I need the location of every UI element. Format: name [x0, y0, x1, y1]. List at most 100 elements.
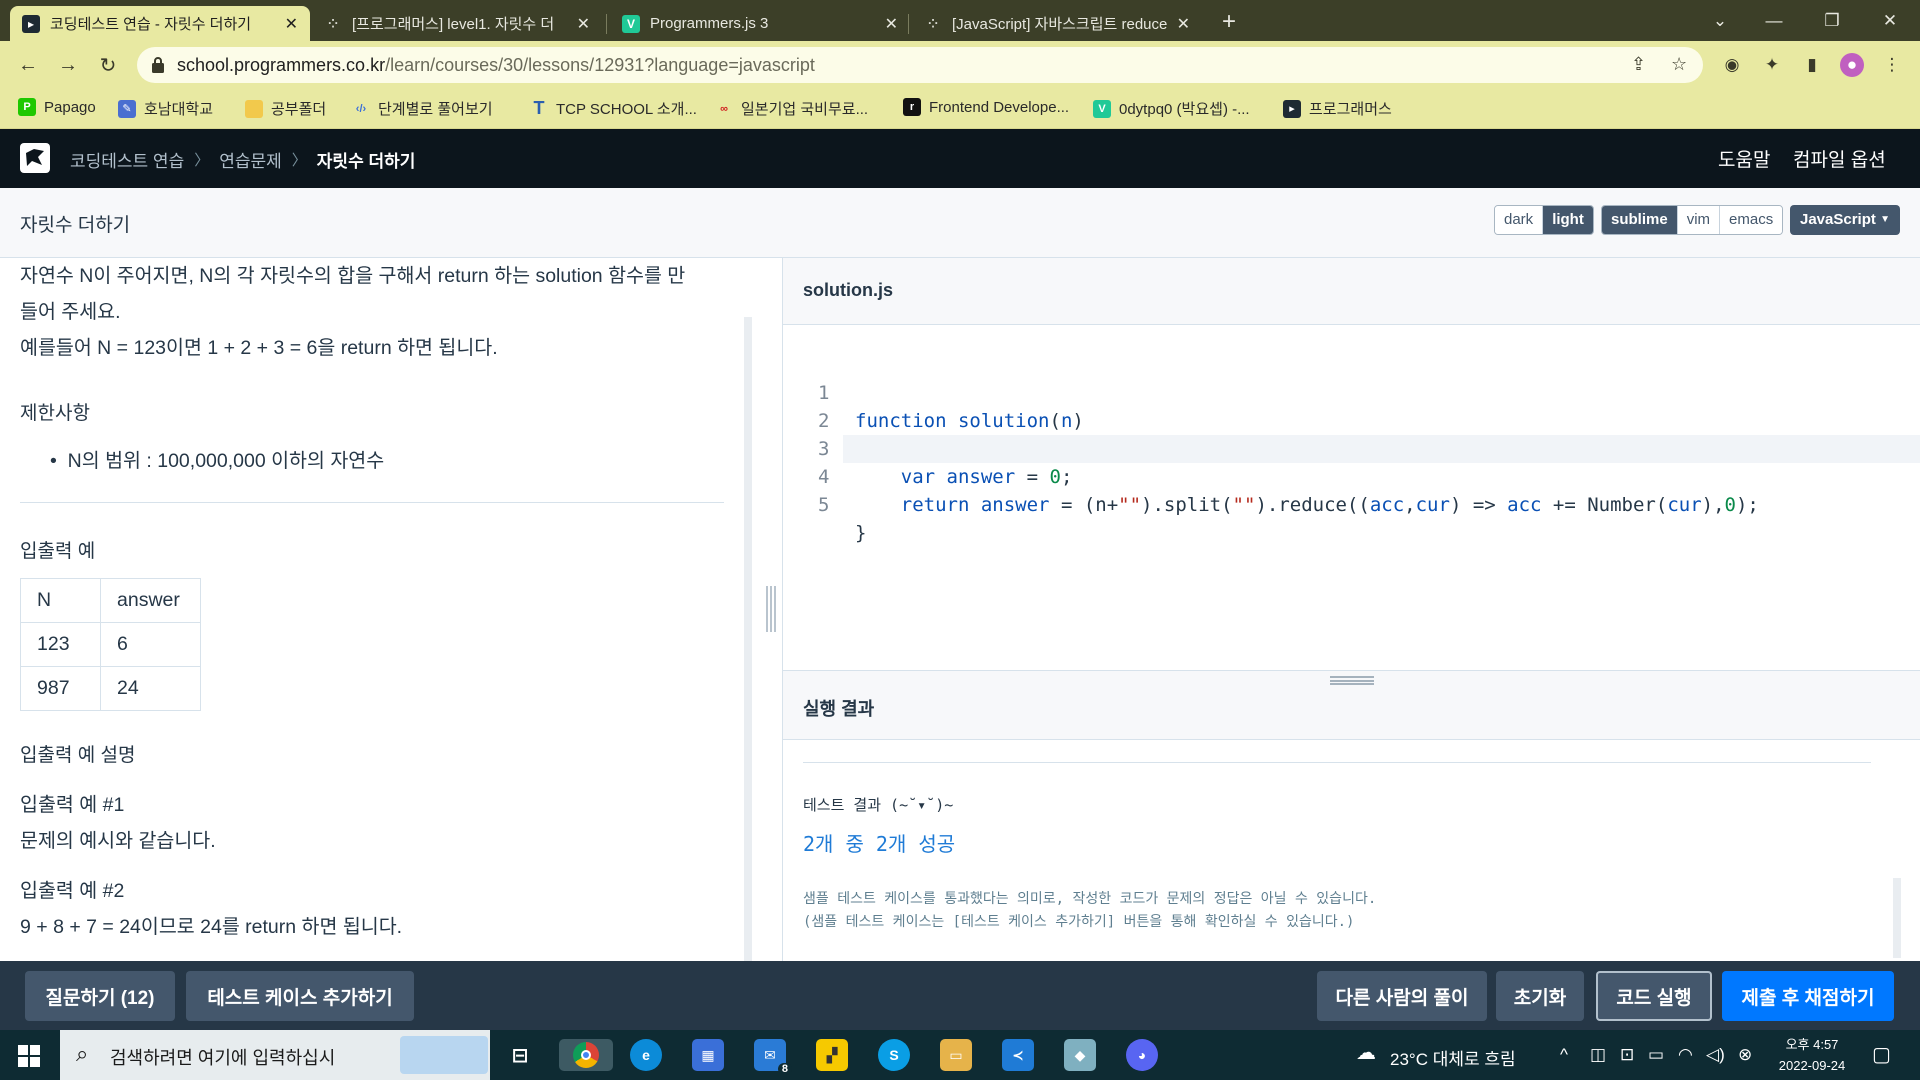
bookmark-papago[interactable]: P Papago: [18, 98, 96, 116]
breadcrumb-item[interactable]: 연습문제: [219, 147, 282, 172]
bookmark-programmers[interactable]: ▸ 프로그래머스: [1283, 98, 1392, 119]
test-result-label: 테스트 결과 (~˘▾˘)~: [803, 796, 954, 814]
close-tab-icon[interactable]: ✕: [885, 14, 898, 34]
compile-options-link[interactable]: 컴파일 옵션: [1793, 145, 1886, 172]
speaker-icon[interactable]: ◁): [1706, 1045, 1725, 1065]
help-link[interactable]: 도움말: [1718, 145, 1770, 172]
address-input[interactable]: school.programmers.co.kr/learn/courses/3…: [137, 47, 1703, 83]
chevron-right-icon: 〉: [291, 152, 307, 169]
others-solutions-button[interactable]: 다른 사람의 풀이: [1317, 971, 1487, 1021]
bookmark-velog[interactable]: V 0dytpq0 (박요셉) -...: [1093, 98, 1250, 119]
minimize-icon[interactable]: —: [1750, 0, 1798, 41]
language-select[interactable]: JavaScript ▼: [1790, 205, 1900, 235]
defender-icon[interactable]: ⊡: [1620, 1045, 1634, 1065]
roadmap-icon: r: [903, 98, 921, 116]
reset-button[interactable]: 초기화: [1496, 971, 1584, 1021]
table-cell: 24: [100, 666, 201, 711]
bookmark-steps[interactable]: ‹/› 단계별로 풀어보기: [352, 98, 493, 119]
restore-icon[interactable]: ❐: [1808, 0, 1856, 41]
tray-chevron-up-icon[interactable]: ^: [1560, 1045, 1568, 1065]
run-code-button[interactable]: 코드 실행: [1596, 971, 1712, 1021]
address-bar-row: ← → ↻ school.programmers.co.kr/learn/cou…: [0, 41, 1920, 89]
bookmark-japan[interactable]: ∞ 일본기업 국비무료...: [715, 98, 868, 119]
share-icon[interactable]: ⇪: [1631, 54, 1646, 75]
windows-start-icon[interactable]: [18, 1045, 40, 1067]
mail-badge: 8: [777, 1063, 792, 1075]
submit-button[interactable]: 제출 후 채점하기: [1722, 971, 1894, 1021]
pane-resize-handle[interactable]: [766, 586, 776, 632]
close-tab-icon[interactable]: ✕: [1177, 14, 1190, 34]
app-taskbar-icon[interactable]: ◆: [1064, 1039, 1096, 1071]
mail-taskbar-icon[interactable]: ✉ 8: [754, 1039, 792, 1075]
code-editor[interactable]: 1 function solution(n) 2 { 3 var answer …: [783, 325, 1920, 670]
discord-taskbar-icon[interactable]: ◕: [1126, 1039, 1158, 1071]
keymap-sublime-button[interactable]: sublime: [1602, 206, 1678, 234]
add-testcase-button[interactable]: 테스트 케이스 추가하기: [186, 971, 414, 1021]
bookmark-folder-study[interactable]: 공부폴더: [245, 98, 326, 119]
keyboard-icon[interactable]: ⊗: [1738, 1045, 1752, 1065]
scrollbar[interactable]: [744, 317, 752, 961]
store-taskbar-icon[interactable]: ▦: [692, 1039, 724, 1071]
example-2-body: 9 + 8 + 7 = 24이므로 24를 return 하면 됩니다.: [20, 916, 403, 938]
io-table: N answer 123 6 987 24: [20, 578, 201, 711]
bookmark-label: 프로그래머스: [1309, 101, 1392, 118]
close-tab-icon[interactable]: ✕: [285, 14, 298, 34]
language-label: JavaScript: [1800, 211, 1876, 228]
bookmark-tcpschool[interactable]: T TCP SCHOOL 소개...: [530, 98, 697, 119]
scrollbar[interactable]: [1893, 878, 1901, 958]
sticky-notes-taskbar-icon[interactable]: ▞: [816, 1039, 848, 1071]
tab-2[interactable]: ⁘ [프로그래머스] level1. 자릿수 더 ✕: [312, 6, 602, 41]
forward-arrow-icon[interactable]: →: [54, 51, 82, 79]
bookmark-honam[interactable]: ✎ 호남대학교: [118, 98, 213, 119]
programmers-logo[interactable]: [20, 143, 50, 173]
cloud-weather-icon: ☁: [1356, 1042, 1376, 1064]
edge-taskbar-icon[interactable]: e: [630, 1039, 662, 1071]
tab-search-icon[interactable]: ⌄: [1696, 0, 1744, 41]
tab-separator: [908, 14, 909, 34]
folder-icon: [245, 99, 263, 118]
console-resize-handle[interactable]: [1330, 676, 1374, 685]
editor-header: solution.js: [783, 258, 1920, 325]
reload-icon[interactable]: ↻: [94, 51, 122, 79]
breadcrumb-item[interactable]: 코딩테스트 연습: [70, 147, 184, 172]
meet-icon[interactable]: ◫: [1590, 1045, 1606, 1065]
tab-3[interactable]: V Programmers.js 3 ✕: [610, 6, 910, 41]
code-line: 5 }: [783, 463, 1920, 544]
theme-light-button[interactable]: light: [1543, 206, 1593, 234]
test-result-summary: 2개 중 2개 성공: [803, 832, 956, 856]
notification-icon[interactable]: ▢: [1872, 1042, 1891, 1067]
question-button[interactable]: 질문하기 (12): [25, 971, 175, 1021]
back-arrow-icon[interactable]: ←: [14, 51, 42, 79]
search-placeholder: 검색하려면 여기에 입력하십시: [110, 1048, 336, 1068]
example-1-title: 입출력 예 #1: [20, 794, 125, 816]
keymap-emacs-button[interactable]: emacs: [1720, 206, 1783, 234]
lock-icon: [152, 57, 164, 73]
bookmark-frontend[interactable]: r Frontend Develope...: [903, 98, 1069, 116]
close-tab-icon[interactable]: ✕: [577, 14, 590, 34]
close-window-icon[interactable]: ✕: [1866, 0, 1914, 41]
tab-active[interactable]: ▸ 코딩테스트 연습 - 자릿수 더하기 ✕: [10, 6, 310, 41]
bookmark-star-icon[interactable]: ☆: [1671, 54, 1687, 75]
test-result-note: 샘플 테스트 케이스를 통과했다는 의미로, 작성한 코드가 문제의 정답은 아…: [803, 888, 1376, 934]
code-text: }: [855, 522, 867, 544]
chrome-taskbar-icon[interactable]: [559, 1039, 613, 1071]
wifi-icon[interactable]: ◠: [1678, 1045, 1693, 1065]
keymap-vim-button[interactable]: vim: [1677, 206, 1721, 234]
side-panel-icon[interactable]: ▮: [1800, 53, 1824, 77]
theme-dark-button[interactable]: dark: [1495, 206, 1544, 234]
task-view-icon[interactable]: ⊟: [504, 1039, 536, 1071]
vscode-taskbar-icon[interactable]: ≺: [1002, 1039, 1034, 1071]
battery-icon[interactable]: ▭: [1648, 1045, 1664, 1065]
skype-taskbar-icon[interactable]: S: [878, 1039, 910, 1071]
new-tab-button[interactable]: +: [1222, 8, 1236, 36]
example-2-title: 입출력 예 #2: [20, 880, 125, 902]
weather-text[interactable]: 23°C 대체로 흐림: [1390, 1045, 1516, 1070]
puzzle-extensions-icon[interactable]: ✦: [1760, 53, 1784, 77]
taskbar-search-input[interactable]: ⌕ 검색하려면 여기에 입력하십시: [60, 1030, 490, 1080]
tab-4[interactable]: ⁘ [JavaScript] 자바스크립트 reduce ✕: [912, 6, 1202, 41]
menu-kebab-icon[interactable]: ⋮: [1880, 53, 1904, 77]
extension-icon[interactable]: ◉: [1720, 53, 1744, 77]
profile-avatar[interactable]: ●: [1840, 53, 1864, 77]
file-explorer-taskbar-icon[interactable]: ▭: [940, 1039, 972, 1071]
clock[interactable]: 오후 4:57 2022-09-24: [1762, 1034, 1862, 1076]
